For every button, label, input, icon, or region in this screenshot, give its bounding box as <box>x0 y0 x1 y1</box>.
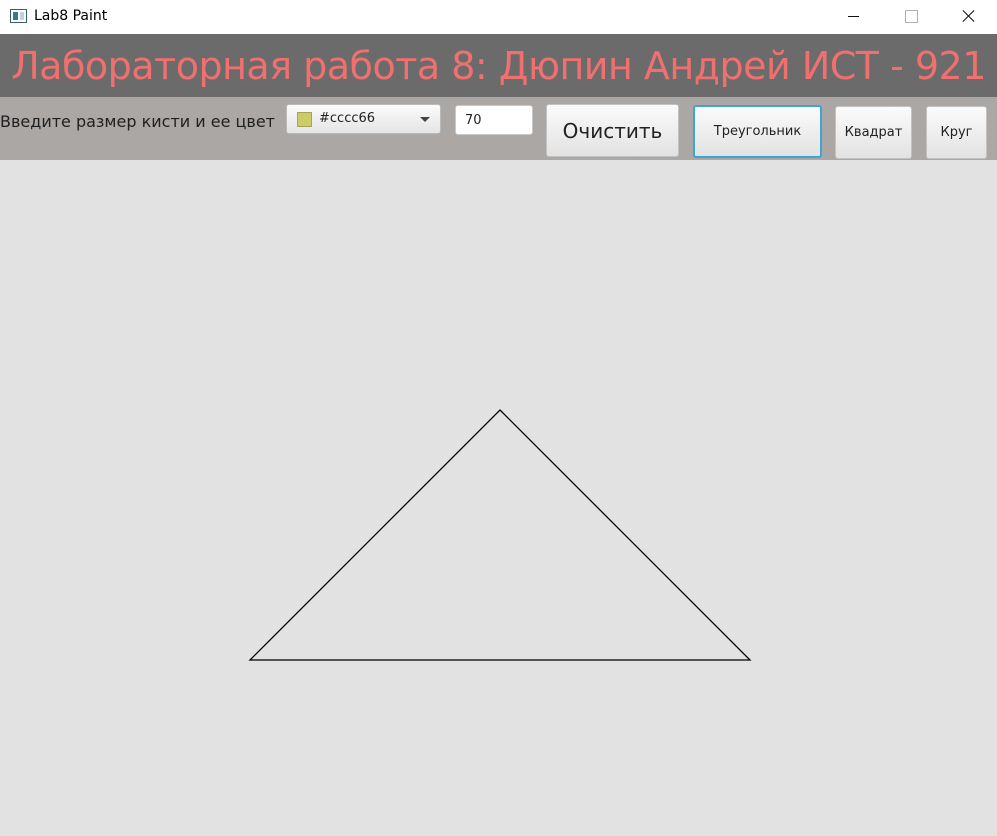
color-picker[interactable]: #cccc66 <box>286 104 441 134</box>
clear-button[interactable]: Очистить <box>546 104 679 157</box>
toolbar: Введите размер кисти и ее цвет #cccc66 О… <box>0 97 997 160</box>
minimize-icon[interactable] <box>830 0 876 34</box>
app-window-icon <box>10 9 27 23</box>
maximize-icon[interactable] <box>888 0 934 34</box>
close-icon[interactable] <box>946 0 992 34</box>
brush-label: Введите размер кисти и ее цвет <box>0 112 275 131</box>
chevron-down-icon[interactable] <box>420 117 430 122</box>
square-button[interactable]: Квадрат <box>835 106 912 159</box>
color-swatch <box>297 112 312 127</box>
page-title: Лабораторная работа 8: Дюпин Андрей ИСТ … <box>11 44 986 88</box>
window-title: Lab8 Paint <box>34 8 108 24</box>
triangle-button[interactable]: Треугольник <box>693 105 822 158</box>
title-bar: Lab8 Paint <box>0 0 997 34</box>
drawn-triangle <box>248 409 752 661</box>
brush-size-input[interactable] <box>455 105 533 135</box>
drawing-canvas[interactable] <box>0 160 997 836</box>
color-value: #cccc66 <box>319 111 376 126</box>
header-banner: Лабораторная работа 8: Дюпин Андрей ИСТ … <box>0 34 997 97</box>
circle-button[interactable]: Круг <box>926 106 987 159</box>
canvas-svg <box>248 409 752 661</box>
